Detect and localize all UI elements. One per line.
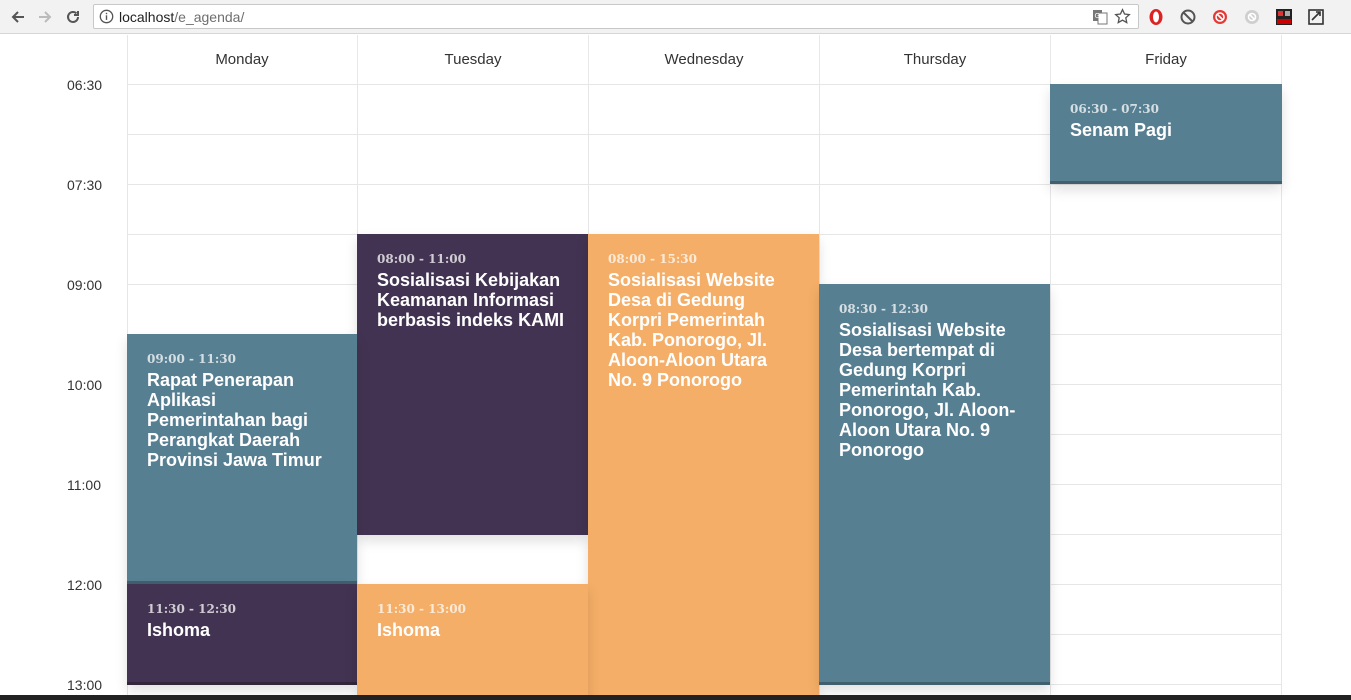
day-header-wednesday: Wednesday [589, 35, 820, 84]
event-time: 11:30 - 13:00 [377, 602, 466, 616]
info-icon[interactable] [99, 9, 114, 24]
event-title: Rapat Penerapan Aplikasi Pemerintahan ba… [147, 370, 322, 470]
extension-gray-icon[interactable] [1242, 7, 1262, 27]
event-edge [127, 682, 357, 685]
event-card-ishoma-monday[interactable]: 11:30 - 12:30 Ishoma [127, 584, 357, 685]
url-host: localhost [119, 9, 175, 25]
event-title: Senam Pagi [1070, 120, 1173, 140]
time-label: 06:30 [67, 77, 103, 93]
adblock-icon[interactable] [1210, 7, 1230, 27]
event-card-sosialisasi-website-korpri[interactable]: 08:30 - 12:30 Sosialisasi Website Desa b… [819, 284, 1050, 685]
time-label: 10:00 [67, 377, 103, 393]
time-label: 13:00 [67, 677, 103, 693]
event-edge [819, 682, 1050, 685]
back-arrow-icon[interactable] [6, 5, 30, 29]
event-card-ishoma-tuesday[interactable]: 11:30 - 13:00 Ishoma [357, 584, 588, 700]
event-time: 08:30 - 12:30 [839, 302, 928, 316]
event-title: Sosialisasi Website Desa bertempat di Ge… [839, 320, 1016, 460]
event-title: Ishoma [377, 620, 441, 640]
translate-icon[interactable]: G [1092, 9, 1108, 25]
day-header-thursday: Thursday [820, 35, 1051, 84]
block-icon[interactable] [1178, 7, 1198, 27]
time-label: 12:00 [67, 577, 103, 593]
browser-toolbar: localhost/e_agenda/ G [0, 0, 1351, 34]
event-edge [1050, 181, 1282, 184]
event-time: 06:30 - 07:30 [1070, 102, 1159, 116]
time-label: 07:30 [67, 177, 103, 193]
forward-arrow-icon[interactable] [33, 5, 57, 29]
url-text: localhost/e_agenda/ [119, 9, 244, 25]
event-title: Sosialisasi Kebijakan Keamanan Informasi… [377, 270, 565, 330]
svg-text:G: G [1095, 12, 1100, 20]
day-header-friday: Friday [1051, 35, 1282, 84]
grid-line [127, 184, 1282, 185]
event-time: 08:00 - 11:00 [377, 252, 466, 266]
day-header-tuesday: Tuesday [358, 35, 589, 84]
event-card-rapat-penerapan[interactable]: 09:00 - 11:30 Rapat Penerapan Aplikasi P… [127, 334, 357, 584]
time-label: 11:00 [67, 477, 101, 493]
day-header-monday: Monday [127, 35, 358, 84]
event-title: Sosialisasi Website Desa di Gedung Korpr… [608, 270, 775, 390]
off-extension-icon[interactable] [1274, 7, 1294, 27]
opera-icon[interactable] [1146, 7, 1166, 27]
event-card-senam-pagi[interactable]: 06:30 - 07:30 Senam Pagi [1050, 84, 1282, 184]
time-column: 06:30 07:30 09:00 10:00 11:00 12:00 13:0… [0, 35, 127, 700]
event-card-sosialisasi-website-desa[interactable]: 08:00 - 15:30 Sosialisasi Website Desa d… [588, 234, 819, 700]
event-time: 11:30 - 12:30 [147, 602, 236, 616]
taskbar-edge [0, 695, 1351, 700]
event-time: 09:00 - 11:30 [147, 352, 236, 366]
time-label: 09:00 [67, 277, 103, 293]
event-card-sosialisasi-kebijakan[interactable]: 08:00 - 11:00 Sosialisasi Kebijakan Keam… [357, 234, 588, 535]
screenshot-icon[interactable] [1306, 7, 1326, 27]
address-bar[interactable]: localhost/e_agenda/ G [93, 4, 1139, 29]
event-time: 08:00 - 15:30 [608, 252, 697, 266]
reload-icon[interactable] [61, 5, 85, 29]
url-path: /e_agenda/ [174, 9, 245, 25]
star-icon[interactable] [1114, 8, 1131, 25]
event-title: Ishoma [147, 620, 211, 640]
